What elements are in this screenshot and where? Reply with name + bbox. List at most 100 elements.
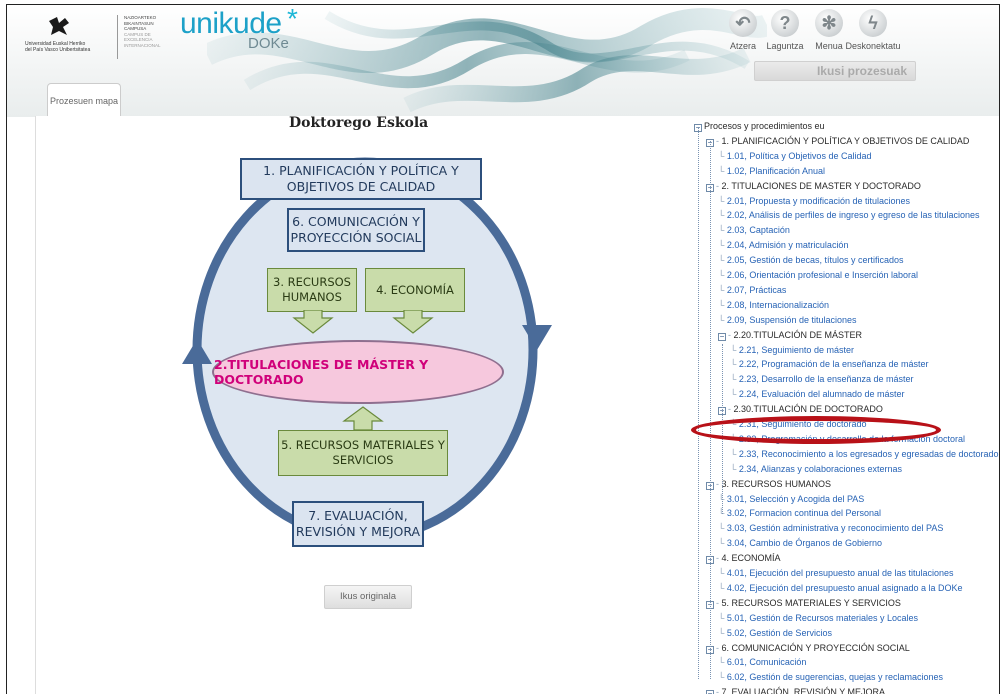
process-box-communication[interactable]: 6. COMUNICACIÓN Y PROYECCIÓN SOCIAL — [287, 208, 425, 252]
disconnect-button[interactable]: ϟ Deskonektatu — [843, 9, 903, 51]
tree-item[interactable]: └ 1.02, Planificación Anual — [718, 164, 825, 178]
tree-guide-line — [698, 127, 699, 679]
tree-item-label: 2.02, Análisis de perfiles de ingreso y … — [726, 210, 980, 221]
tree-connector: └ — [718, 657, 727, 668]
tree-group[interactable]: − - 3. RECURSOS HUMANOS — [706, 477, 831, 491]
tree-group[interactable]: − - 2.20.TITULACIÓN DE MÁSTER — [718, 328, 862, 342]
tree-connector: └ — [718, 270, 727, 280]
tree-connector: └ — [718, 195, 727, 206]
tree-item-label: 2.22, Programación de la enseñanza de má… — [738, 359, 929, 370]
campus-logo-text: NAZIOARTEKO BIKAINTASUN CAMPUSA CAMPUS D… — [124, 15, 161, 48]
tree-item[interactable]: └ 2.03, Captación — [718, 223, 790, 237]
tree-item[interactable]: └ 5.02, Gestión de Servicios — [718, 626, 832, 640]
tree-connector: └ — [718, 284, 727, 295]
tree-group[interactable]: − - 4. ECONOMÍA — [706, 551, 781, 565]
tree-item-label: 2.33, Reconocimiento a los egresados y e… — [738, 448, 999, 459]
process-box-human-resources[interactable]: 3. RECURSOS HUMANOS — [267, 268, 357, 312]
arrow-down-economy — [392, 310, 434, 334]
tree-item[interactable]: └ 4.01, Ejecución del presupuesto anual … — [718, 566, 954, 580]
tree-connector: └ — [730, 359, 739, 370]
asterisk-icon: ✻ — [815, 9, 843, 37]
tree-group[interactable]: − - 6. COMUNICACIÓN Y PROYECCIÓN SOCIAL — [706, 641, 910, 655]
upv-text: Universidad Euskal Herriko del País Vasc… — [25, 41, 91, 53]
tree-item-label: 2.23, Desarrollo de la enseñanza de mást… — [738, 374, 914, 385]
tree-item-label: 6.02, Gestión de sugerencias, quejas y r… — [726, 672, 944, 683]
tree-item-label: 2.05, Gestión de becas, títulos y certif… — [726, 255, 904, 266]
tree-item[interactable]: └ 2.01, Propuesta y modificación de titu… — [718, 194, 910, 208]
tree-item-label: 2.34, Alianzas y colaboraciones externas — [738, 463, 902, 474]
tree-item-label: 1. PLANIFICACIÓN Y POLÍTICA Y OBJETIVOS … — [721, 135, 970, 146]
tree-item[interactable]: └ 2.02, Análisis de perfiles de ingreso … — [718, 208, 980, 222]
header: Universidad Euskal Herriko del País Vasc… — [7, 5, 999, 117]
tree-item[interactable]: └ 3.01, Selección y Acogida del PAS — [718, 492, 864, 506]
collapse-icon[interactable]: − — [718, 332, 726, 341]
tree-connector: └ — [718, 672, 727, 683]
tree-item-label: 2.04, Admisión y matriculación — [726, 240, 849, 251]
tree-item[interactable]: └ 2.06, Orientación profesional e Inserc… — [718, 268, 918, 282]
tree-item[interactable]: └ 1.01, Política y Objetivos de Calidad — [718, 149, 871, 163]
question-icon: ? — [771, 9, 799, 37]
tree-item[interactable]: └ 3.02, Formacion continua del Personal — [718, 506, 881, 520]
lightning-icon: ϟ — [859, 9, 887, 37]
tree-item[interactable]: └ 2.24, Evaluación del alumnado de máste… — [730, 387, 905, 401]
tree-item[interactable]: └ 3.03, Gestión administrativa y reconoc… — [718, 521, 943, 535]
tree-group[interactable]: − - 5. RECURSOS MATERIALES Y SERVICIOS — [706, 596, 901, 610]
process-box-economy[interactable]: 4. ECONOMÍA — [365, 268, 465, 312]
tree-item-label: 5.02, Gestión de Servicios — [726, 627, 832, 638]
back-button[interactable]: ↶ Atzera — [723, 9, 763, 51]
tab-process-map[interactable]: Prozesuen mapa — [47, 83, 121, 117]
tree-item[interactable]: └ 2.23, Desarrollo de la enseñanza de má… — [730, 372, 914, 386]
process-box-evaluation[interactable]: 7. EVALUACIÓN, REVISIÓN Y MEJORA — [292, 501, 424, 547]
tree-connector: └ — [718, 240, 727, 251]
tree-group[interactable]: − - 2.30.TITULACIÓN DE DOCTORADO — [718, 402, 883, 416]
help-button[interactable]: ? Laguntza — [765, 9, 805, 51]
tree-item-label: 5.01, Gestión de Recursos materiales y L… — [726, 612, 918, 623]
tree-item-label: 3.04, Cambio de Órganos de Gobierno — [726, 538, 882, 549]
tree-item[interactable]: └ 2.33, Reconocimiento a los egresados y… — [730, 447, 999, 461]
tree-group[interactable]: − - 1. PLANIFICACIÓN Y POLÍTICA Y OBJETIV… — [706, 134, 969, 148]
arrow-up-resources — [342, 406, 384, 430]
tree-item[interactable]: └ 6.02, Gestión de sugerencias, quejas y… — [718, 670, 943, 684]
tree-item[interactable]: └ 2.08, Internacionalización — [718, 298, 829, 312]
view-processes-button[interactable]: Ikusi prozesuak — [754, 61, 916, 81]
tree-item-label: 2.20.TITULACIÓN DE MÁSTER — [733, 329, 863, 340]
tree-item-label: 2.08, Internacionalización — [726, 299, 829, 310]
undo-icon: ↶ — [729, 9, 757, 37]
tree-item[interactable]: └ 2.21, Seguimiento de máster — [730, 343, 854, 357]
tree-item[interactable]: └ 4.02, Ejecución del presupuesto anual … — [718, 581, 963, 595]
diagram-title: Doktorego Eskola — [289, 115, 429, 131]
tree-item-label: 6.01, Comunicación — [726, 657, 807, 668]
tree-connector: └ — [718, 210, 727, 221]
tree-item-label: 2.06, Orientación profesional e Inserció… — [726, 270, 919, 280]
tree-group[interactable]: − - 2. TITULACIONES DE MASTER Y DOCTORADO — [706, 179, 921, 193]
logo-separator — [117, 15, 118, 59]
tree-connector: └ — [730, 374, 739, 385]
tree-item[interactable]: └ 2.07, Prácticas — [718, 283, 786, 297]
tree-connector: └ — [718, 299, 727, 310]
process-center-titulaciones[interactable]: 2.TITULACIONES DE MÁSTER Y DOCTORADO — [212, 340, 504, 404]
tree-item-label: 3. RECURSOS HUMANOS — [721, 478, 832, 489]
tree-item[interactable]: └ 2.09, Suspensión de titulaciones — [718, 313, 856, 327]
tree-item-label: 1.02, Planificación Anual — [726, 165, 825, 176]
tree-item-label: 2.03, Captación — [726, 225, 790, 236]
tree-root[interactable]: − Procesos y procedimientos eu — [694, 119, 825, 133]
tree-item[interactable]: └ 6.01, Comunicación — [718, 655, 806, 669]
tree-item[interactable]: └ 5.01, Gestión de Recursos materiales y… — [718, 611, 918, 625]
tree-connector: └ — [730, 389, 739, 400]
view-original-button[interactable]: Ikus originala — [324, 585, 412, 609]
collapse-icon[interactable]: − — [706, 690, 714, 694]
tree-item[interactable]: └ 2.22, Programación de la enseñanza de … — [730, 357, 929, 371]
tree-connector: └ — [730, 448, 739, 459]
tree-item[interactable]: └ 3.04, Cambio de Órganos de Gobierno — [718, 536, 882, 550]
tree-item[interactable]: └ 2.34, Alianzas y colaboraciones extern… — [730, 462, 902, 476]
tree-item-label: 4.01, Ejecución del presupuesto anual de… — [726, 568, 954, 578]
process-box-planning[interactable]: 1. PLANIFICACIÓN Y POLÍTICA Y OBJETIVOS … — [240, 158, 482, 200]
tree-item[interactable]: └ 2.04, Admisión y matriculación — [718, 238, 848, 252]
tree-item-label: 5. RECURSOS MATERIALES Y SERVICIOS — [721, 597, 901, 608]
tree-connector: └ — [718, 582, 727, 593]
tree-item[interactable]: └ 2.05, Gestión de becas, títulos y cert… — [718, 253, 904, 267]
process-box-material-resources[interactable]: 5. RECURSOS MATERIALES Y SERVICIOS — [278, 430, 448, 476]
tree-group[interactable]: − - 7. EVALUACIÓN, REVISIÓN Y MEJORA — [706, 685, 885, 694]
tree-item-label: 3.02, Formacion continua del Personal — [726, 508, 881, 519]
tree-connector: └ — [718, 225, 727, 236]
